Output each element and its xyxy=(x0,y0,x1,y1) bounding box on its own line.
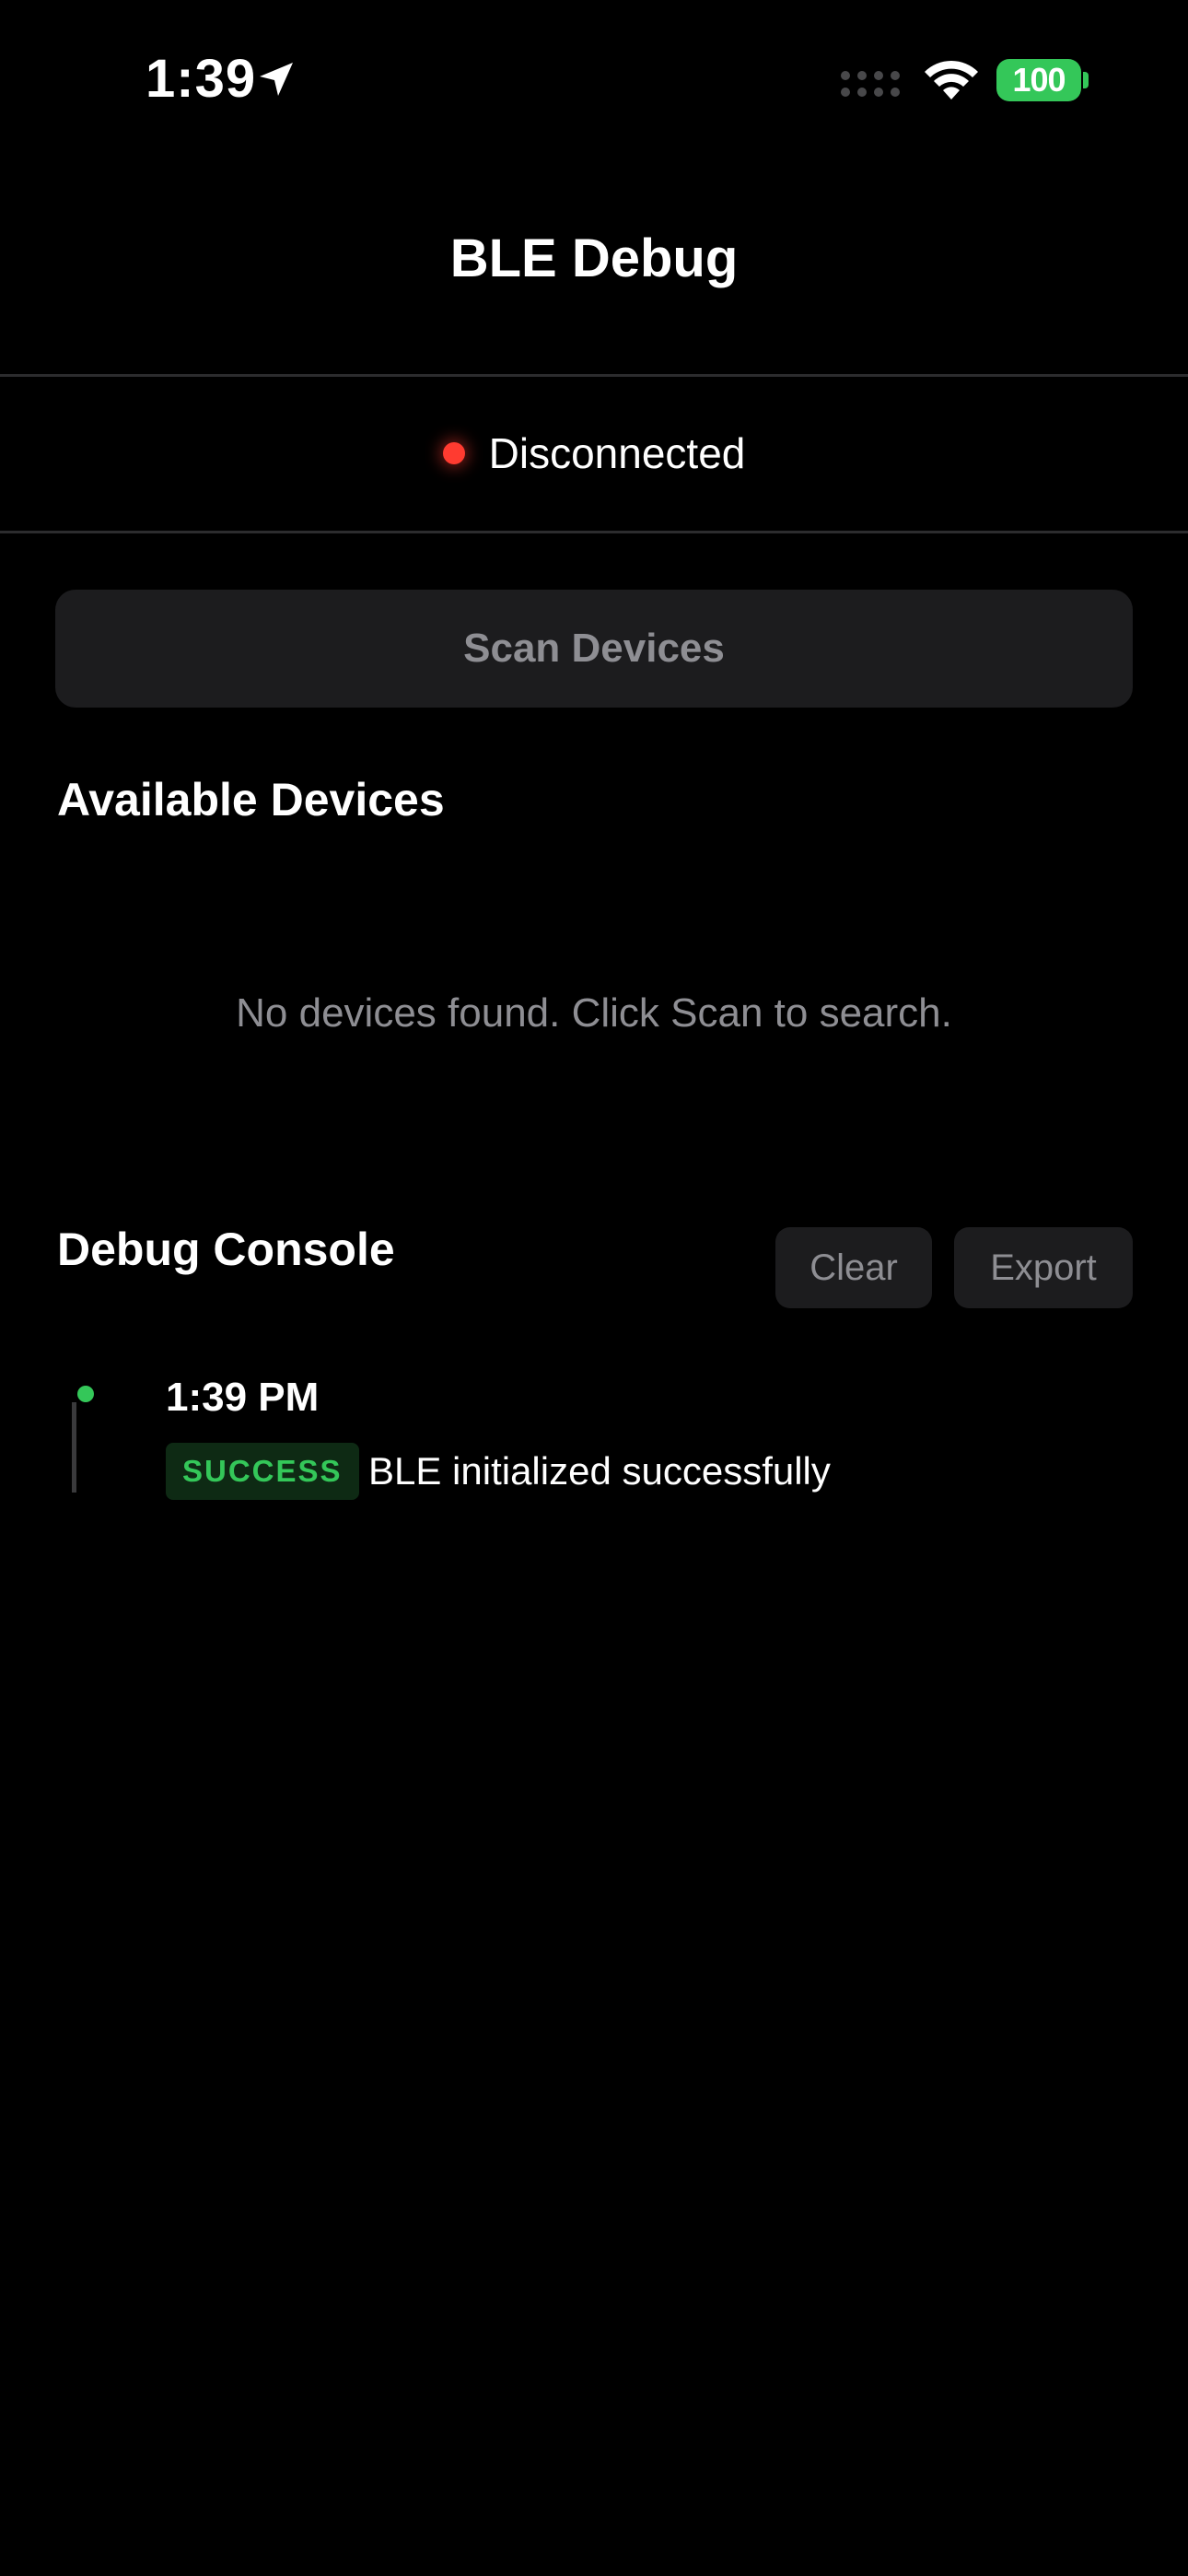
scan-devices-button[interactable]: Scan Devices xyxy=(55,590,1133,708)
location-arrow-icon xyxy=(260,63,293,96)
status-time: 1:39 xyxy=(146,49,257,109)
debug-console-title: Debug Console xyxy=(57,1224,395,1275)
log-success-dot-icon xyxy=(77,1386,94,1402)
header-divider xyxy=(0,374,1188,377)
available-devices-title: Available Devices xyxy=(57,774,445,825)
battery-indicator: 100 xyxy=(996,59,1081,101)
connection-status: Disconnected xyxy=(0,378,1188,529)
clear-button[interactable]: Clear xyxy=(775,1227,932,1308)
connection-status-label: Disconnected xyxy=(488,429,746,477)
export-button[interactable]: Export xyxy=(954,1227,1133,1308)
log-timeline-line xyxy=(72,1402,76,1493)
status-dot-icon xyxy=(442,442,465,464)
log-entry: 1:39 PM SUCCESS BLE initialized successf… xyxy=(0,1373,1188,1502)
log-level-badge: SUCCESS xyxy=(166,1443,359,1500)
wifi-icon xyxy=(925,60,978,100)
devices-empty-state: No devices found. Click Scan to search. xyxy=(236,990,952,1036)
log-time: 1:39 PM xyxy=(166,1375,320,1420)
status-bar: 1:39 100 xyxy=(0,0,1188,157)
page-title: BLE Debug xyxy=(449,228,739,288)
battery-level: 100 xyxy=(1012,61,1066,99)
log-message: BLE initialized successfully xyxy=(368,1449,831,1493)
cellular-signal-icon xyxy=(841,71,900,97)
battery-nub xyxy=(1083,72,1089,88)
status-divider xyxy=(0,531,1188,533)
